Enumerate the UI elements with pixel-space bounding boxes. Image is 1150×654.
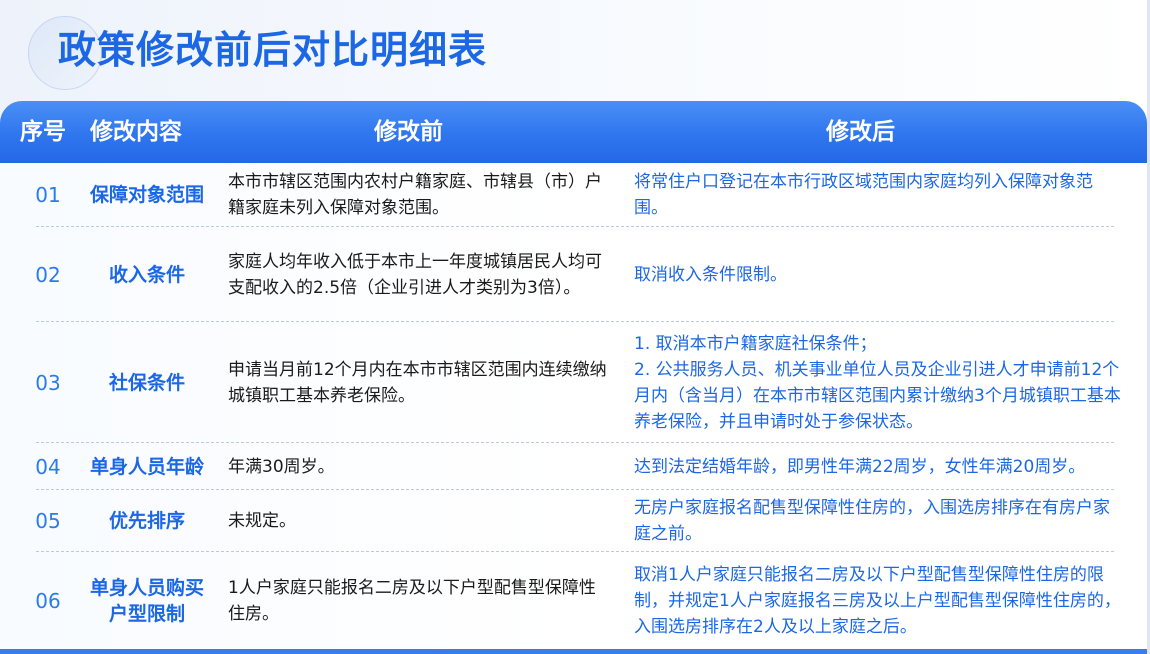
row-index: 03 [35, 370, 61, 395]
table-body: 01 保障对象范围 本市市辖区范围内农村户籍家庭、市辖县（市）户籍家庭未列入保障… [0, 163, 1147, 649]
comparison-table: 序号 修改内容 修改前 修改后 01 保障对象范围 本市市辖区范围内农村户籍家庭… [0, 101, 1147, 654]
row-item: 收入条件 [78, 227, 216, 322]
row-item: 优先排序 [78, 490, 216, 552]
row-after: 取消1人户家庭只能报名二房及以下户型配售型保障性住房的限制，并规定1人户家庭报名… [634, 552, 1126, 649]
row-item-label: 优先排序 [108, 510, 185, 532]
table-row: 01 保障对象范围 本市市辖区范围内农村户籍家庭、市辖县（市）户籍家庭未列入保障… [0, 163, 1147, 227]
table-row: 05 优先排序 未规定。 无房户家庭报名配售型保障性住房的，入围选房排序在有房户… [0, 490, 1147, 552]
header-index: 序号 [20, 119, 66, 145]
row-item: 单身人员购买户型限制 [78, 552, 216, 649]
row-before-text: 家庭人均年收入低于本市上一年度城镇居民人均可支配收入的2.5倍（企业引进人才类别… [228, 251, 602, 298]
row-before: 申请当月前12个月内在本市市辖区范围内连续缴纳城镇职工基本养老保险。 [228, 322, 610, 443]
header-before: 修改前 [374, 119, 443, 145]
row-index: 05 [35, 509, 61, 533]
row-before-text: 申请当月前12个月内在本市市辖区范围内连续缴纳城镇职工基本养老保险。 [228, 359, 607, 406]
row-item-label: 单身人员年龄 [89, 455, 204, 478]
table-header: 序号 修改内容 修改前 修改后 [0, 101, 1147, 163]
row-after-text: 无房户家庭报名配售型保障性住房的，入围选房排序在有房户家庭之前。 [634, 498, 1110, 544]
row-before: 1人户家庭只能报名二房及以下户型配售型保障性住房。 [228, 552, 610, 649]
row-before-text: 1人户家庭只能报名二房及以下户型配售型保障性住房。 [228, 577, 596, 624]
row-item: 社保条件 [78, 322, 216, 443]
row-after: 1. 取消本市户籍家庭社保条件； 2. 公共服务人员、机关事业单位人员及企业引进… [634, 322, 1126, 443]
table-row: 04 单身人员年龄 年满30周岁。 达到法定结婚年龄，即男性年满22周岁，女性年… [0, 443, 1147, 490]
table-bottom-bar [0, 649, 1147, 654]
row-before: 本市市辖区范围内农村户籍家庭、市辖县（市）户籍家庭未列入保障对象范围。 [228, 163, 610, 227]
row-after: 将常住户口登记在本市行政区域范围内家庭均列入保障对象范围。 [634, 163, 1126, 227]
row-item-label: 收入条件 [108, 263, 185, 286]
row-after: 取消收入条件限制。 [634, 227, 1126, 322]
row-item: 保障对象范围 [78, 163, 216, 227]
row-after: 无房户家庭报名配售型保障性住房的，入围选房排序在有房户家庭之前。 [634, 490, 1126, 552]
row-item: 单身人员年龄 [78, 443, 216, 490]
row-after-text: 将常住户口登记在本市行政区域范围内家庭均列入保障对象范围。 [634, 172, 1093, 218]
row-item-label: 单身人员购买户型限制 [89, 576, 204, 625]
header-after: 修改后 [826, 119, 895, 145]
row-item-label: 社保条件 [108, 371, 185, 394]
row-index: 04 [35, 454, 61, 479]
row-item-label: 保障对象范围 [89, 184, 204, 206]
row-after-text: 1. 取消本市户籍家庭社保条件； 2. 公共服务人员、机关事业单位人员及企业引进… [634, 333, 1121, 432]
row-index: 01 [35, 183, 61, 207]
table-row: 02 收入条件 家庭人均年收入低于本市上一年度城镇居民人均可支配收入的2.5倍（… [0, 227, 1147, 322]
row-after-text: 取消1人户家庭只能报名二房及以下户型配售型保障性住房的限制，并规定1人户家庭报名… [634, 564, 1121, 637]
table-row: 06 单身人员购买户型限制 1人户家庭只能报名二房及以下户型配售型保障性住房。 … [0, 552, 1147, 649]
row-before-text: 未规定。 [228, 511, 296, 531]
row-before-text: 年满30周岁。 [228, 456, 335, 477]
row-index: 02 [35, 262, 61, 287]
page-title: 政策修改前后对比明细表 [58, 28, 488, 72]
row-before: 年满30周岁。 [228, 443, 610, 490]
row-before-text: 本市市辖区范围内农村户籍家庭、市辖县（市）户籍家庭未列入保障对象范围。 [228, 172, 602, 218]
row-after-text: 达到法定结婚年龄，即男性年满22周岁，女性年满20周岁。 [634, 456, 1086, 477]
row-before: 家庭人均年收入低于本市上一年度城镇居民人均可支配收入的2.5倍（企业引进人才类别… [228, 227, 610, 322]
table-row: 03 社保条件 申请当月前12个月内在本市市辖区范围内连续缴纳城镇职工基本养老保… [0, 322, 1147, 443]
header-item: 修改内容 [90, 119, 182, 145]
row-after-text: 取消收入条件限制。 [634, 264, 787, 285]
row-after: 达到法定结婚年龄，即男性年满22周岁，女性年满20周岁。 [634, 443, 1126, 490]
row-index: 06 [35, 588, 61, 613]
row-before: 未规定。 [228, 490, 610, 552]
